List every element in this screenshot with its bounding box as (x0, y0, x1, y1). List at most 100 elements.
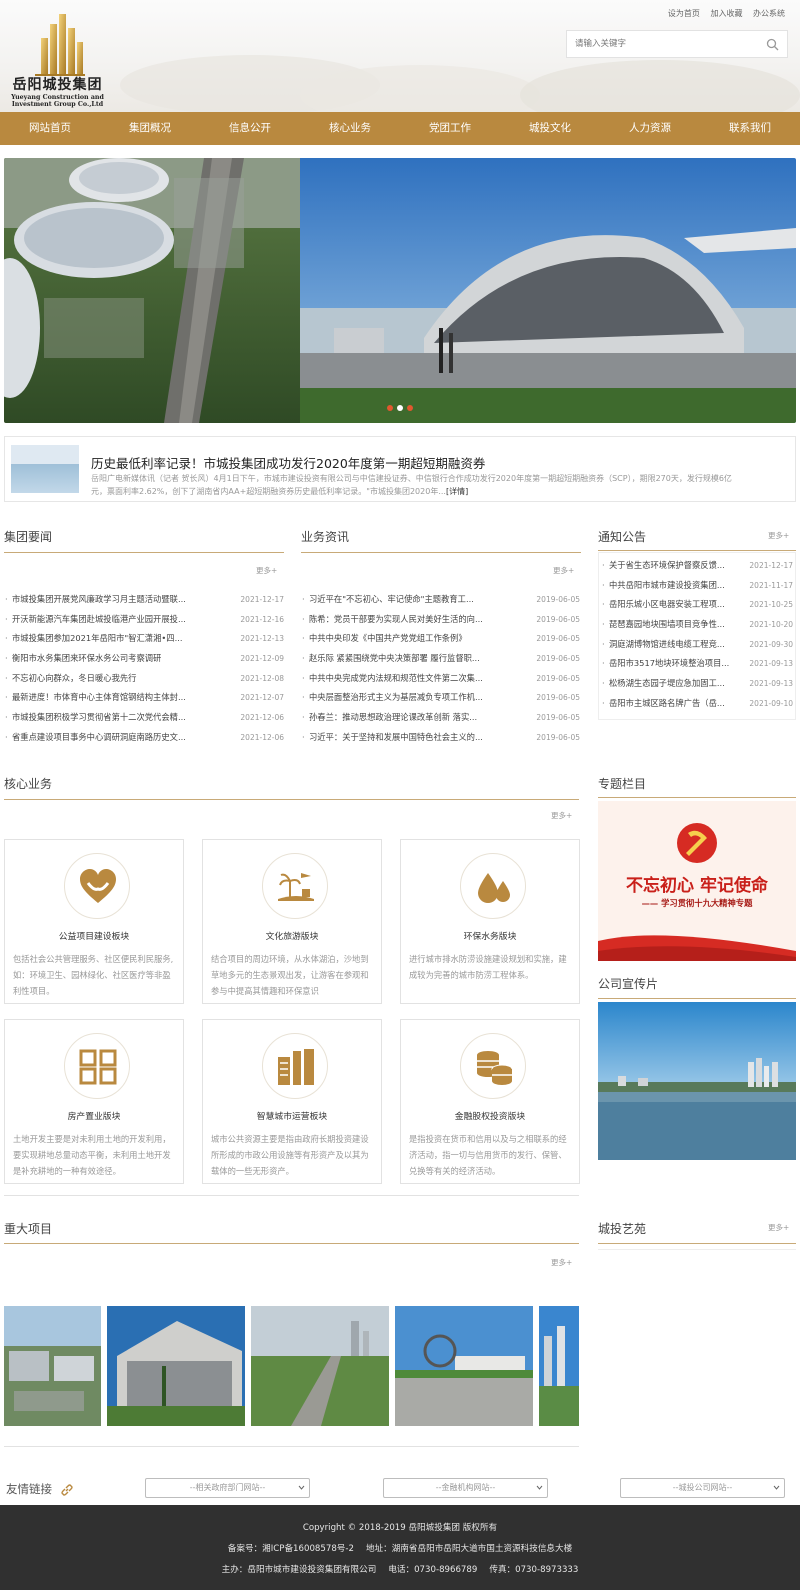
list-item[interactable]: 岳阳市3517地块环境整治项目... 2021-09-13 (601, 654, 793, 675)
project-image[interactable] (107, 1306, 245, 1426)
list-item[interactable]: 中共岳阳市城市建设投资集团... 2021-11-17 (601, 575, 793, 596)
site-logo[interactable]: 岳阳城投集团 Yueyang Construction and Investmen… (10, 10, 105, 110)
project-image[interactable] (395, 1306, 533, 1426)
group-news-more[interactable]: 更多+ (256, 565, 277, 576)
list-item-text[interactable]: 市城投集团积极学习贯彻省第十二次党代会精... (12, 712, 186, 722)
list-item[interactable]: 习近平在"不忘初心、牢记使命"主题教育工... 2019-06-05 (301, 590, 580, 610)
finance-sites-select[interactable]: --金融机构网站-- (383, 1478, 548, 1498)
list-item[interactable]: 岳阳市主城区路名牌广告（岳... 2021-09-10 (601, 693, 793, 714)
list-item[interactable]: 琵琶嘉园地块围墙项目竞争性... 2021-10-20 (601, 615, 793, 635)
list-item-date: 2019-06-05 (530, 590, 580, 610)
list-item-text[interactable]: 市城投集团参加2021年岳阳市"智汇潇湘•四... (12, 633, 183, 643)
business-card-culture-tourism[interactable]: 文化旅游版块 结合项目的周边环境，从水体湖泊，沙地到草地多元的生态景观出发，让游… (202, 839, 382, 1004)
nav-info-disclosure[interactable]: 信息公开 (200, 112, 300, 145)
projects-more[interactable]: 更多+ (551, 1257, 572, 1268)
site-header: 岳阳城投集团 Yueyang Construction and Investmen… (0, 0, 800, 112)
banner-dot[interactable] (407, 405, 413, 411)
headline-title[interactable]: 历史最低利率记录！市城投集团成功发行2020年度第一期超短期融资券 (91, 453, 485, 472)
list-item[interactable]: 开沃新能源汽车集团赴城投临港产业园开展投... 2021-12-16 (4, 609, 284, 630)
list-item-text[interactable]: 市城投集团开展党风廉政学习月主题活动暨联... (12, 594, 186, 604)
nav-hr[interactable]: 人力资源 (600, 112, 700, 145)
promo-video[interactable] (598, 1002, 796, 1160)
list-item[interactable]: 中共中央印发《中国共产党党组工作条例》 2019-06-05 (301, 629, 580, 650)
set-homepage-link[interactable]: 设为首页 (668, 9, 700, 18)
list-item-text[interactable]: 孙春兰：推动思想政治理论课改革创新 落实... (309, 712, 477, 722)
business-card-public-welfare[interactable]: 公益项目建设板块 包括社会公共管理服务、社区便民利民服务,如：环境卫生、园林绿化… (4, 839, 184, 1004)
headline-news[interactable]: 历史最低利率记录！市城投集团成功发行2020年度第一期超短期融资券 岳阳广电新媒… (4, 436, 796, 502)
list-item[interactable]: 关于省生态环境保护督察反馈... 2021-12-17 (601, 556, 793, 576)
add-favorite-link[interactable]: 加入收藏 (710, 9, 742, 18)
list-item-text[interactable]: 习近平在"不忘初心、牢记使命"主题教育工... (309, 594, 474, 604)
project-image[interactable] (251, 1306, 389, 1426)
list-item-text[interactable]: 不忘初心向群众，冬日暖心我先行 (12, 673, 136, 683)
list-item-text[interactable]: 琵琶嘉园地块围墙项目竞争性... (609, 619, 725, 629)
list-item-text[interactable]: 开沃新能源汽车集团赴城投临港产业园开展投... (12, 614, 186, 624)
list-item-text[interactable]: 中共中央印发《中国共产党党组工作条例》 (309, 633, 467, 643)
notices-more[interactable]: 更多+ (768, 530, 789, 541)
project-image[interactable] (4, 1306, 101, 1426)
nav-about[interactable]: 集团概况 (100, 112, 200, 145)
nav-home[interactable]: 网站首页 (0, 112, 100, 145)
list-item-text[interactable]: 中共中央完成党内法规和规范性文件第二次集... (309, 673, 483, 683)
list-item[interactable]: 松杨湖生态园子堤应急加固工... 2021-09-13 (601, 674, 793, 694)
office-system-link[interactable]: 办公系统 (753, 9, 785, 18)
search-icon[interactable] (766, 38, 779, 51)
list-item-text[interactable]: 中央层面整治形式主义为基层减负专项工作机... (309, 692, 483, 702)
banner-slider[interactable] (4, 158, 796, 423)
project-image[interactable] (539, 1306, 579, 1426)
list-item-text[interactable]: 省重点建设项目事务中心调研洞庭南路历史文... (12, 732, 186, 742)
footer-icp[interactable]: 备案号：湘ICP备16008578号-2 (228, 1544, 354, 1554)
banner-dot[interactable] (387, 405, 393, 411)
list-item-text[interactable]: 衡阳市水务集团来环保水务公司考察调研 (12, 653, 161, 663)
list-item[interactable]: 孙春兰：推动思想政治理论课改革创新 落实... 2019-06-05 (301, 708, 580, 728)
nav-party-work[interactable]: 党团工作 (400, 112, 500, 145)
list-item-text[interactable]: 岳阳乐城小区电器安装工程项... (609, 599, 725, 609)
list-item[interactable]: 市城投集团开展党风廉政学习月主题活动暨联... 2021-12-17 (4, 590, 284, 610)
list-item-text[interactable]: 岳阳市3517地块环境整治项目... (609, 658, 729, 668)
art-more[interactable]: 更多+ (768, 1222, 789, 1233)
urban-investment-sites-select[interactable]: --城投公司网站-- (620, 1478, 785, 1498)
list-item-text[interactable]: 赵乐际 紧紧围绕党中央决策部署 履行监督职... (309, 653, 480, 663)
business-news-more[interactable]: 更多+ (553, 565, 574, 576)
list-item[interactable]: 中共中央完成党内法规和规范性文件第二次集... 2019-06-05 (301, 668, 580, 689)
headline-more-link[interactable]: [详情] (446, 487, 468, 496)
list-item-date: 2019-06-05 (530, 649, 580, 669)
list-item[interactable]: 陈希：党员干部要为实现人民对美好生活的向... 2019-06-05 (301, 609, 580, 630)
banner-dot-active[interactable] (397, 405, 403, 411)
list-item-text[interactable]: 陈希：党员干部要为实现人民对美好生活的向... (309, 614, 483, 624)
gov-sites-select[interactable]: --相关政府部门网站-- (145, 1478, 310, 1498)
list-item-text[interactable]: 松杨湖生态园子堤应急加固工... (609, 678, 725, 688)
business-card-smart-city[interactable]: 智慧城市运营板块 城市公共资源主要是指由政府长期投资建设所形成的市政公用设施等有… (202, 1019, 382, 1184)
list-item-text[interactable]: 中共岳阳市城市建设投资集团... (609, 580, 725, 590)
nav-core-business[interactable]: 核心业务 (300, 112, 400, 145)
list-item[interactable]: 中央层面整治形式主义为基层减负专项工作机... 2019-06-05 (301, 688, 580, 709)
list-item-text[interactable]: 关于省生态环境保护督察反馈... (609, 560, 725, 570)
list-item[interactable]: 衡阳市水务集团来环保水务公司考察调研 2021-12-09 (4, 649, 284, 669)
list-item-text[interactable]: 洞庭湖博物馆进线电缆工程竞... (609, 639, 725, 649)
list-item[interactable]: 市城投集团积极学习贯彻省第十二次党代会精... 2021-12-06 (4, 708, 284, 728)
core-business-more[interactable]: 更多+ (551, 810, 572, 821)
business-card-finance[interactable]: 金融股权投资版块 是指投资在货币和信用以及与之相联系的经济活动，指一切与信用货币… (400, 1019, 580, 1184)
nav-contact[interactable]: 联系我们 (700, 112, 800, 145)
logo-tower-icon (35, 14, 85, 76)
list-item[interactable]: 不忘初心向群众，冬日暖心我先行 2021-12-08 (4, 668, 284, 689)
list-item[interactable]: 岳阳乐城小区电器安装工程项... 2021-10-25 (601, 595, 793, 616)
list-item-date: 2021-12-07 (234, 688, 284, 709)
project-photo (251, 1306, 389, 1426)
list-item-text[interactable]: 岳阳市主城区路名牌广告（岳... (609, 698, 725, 708)
nav-culture[interactable]: 城投文化 (500, 112, 600, 145)
list-item[interactable]: 市城投集团参加2021年岳阳市"智汇潇湘•四... 2021-12-13 (4, 629, 284, 650)
list-item-text[interactable]: 习近平：关于坚持和发展中国特色社会主义的... (309, 732, 483, 742)
list-item[interactable]: 习近平：关于坚持和发展中国特色社会主义的... 2019-06-05 (301, 727, 580, 748)
business-card-real-estate[interactable]: 房产置业版块 土地开发主要是对未利用土地的开发利用，要实现耕地总量动态平衡，未利… (4, 1019, 184, 1184)
list-item[interactable]: 洞庭湖博物馆进线电缆工程竞... 2021-09-30 (601, 634, 793, 655)
list-item[interactable]: 省重点建设项目事务中心调研洞庭南路历史文... 2021-12-06 (4, 727, 284, 748)
banner-dots (4, 396, 796, 415)
list-item[interactable]: 最新进度！市体育中心主体育馆钢结构主体封... 2021-12-07 (4, 688, 284, 709)
search-input[interactable] (567, 31, 757, 57)
list-item-date: 2019-06-05 (530, 668, 580, 689)
list-item-text[interactable]: 最新进度！市体育中心主体育馆钢结构主体封... (12, 692, 186, 702)
business-card-environment-water[interactable]: 环保水务版块 进行城市排水防涝设施建设规划和实施，建成较为完善的城市防涝工程体系… (400, 839, 580, 1004)
special-topic-banner[interactable]: 不忘初心 牢记使命 —— 学习贯彻十九大精神专题 (598, 801, 796, 961)
list-item[interactable]: 赵乐际 紧紧围绕党中央决策部署 履行监督职... 2019-06-05 (301, 649, 580, 669)
